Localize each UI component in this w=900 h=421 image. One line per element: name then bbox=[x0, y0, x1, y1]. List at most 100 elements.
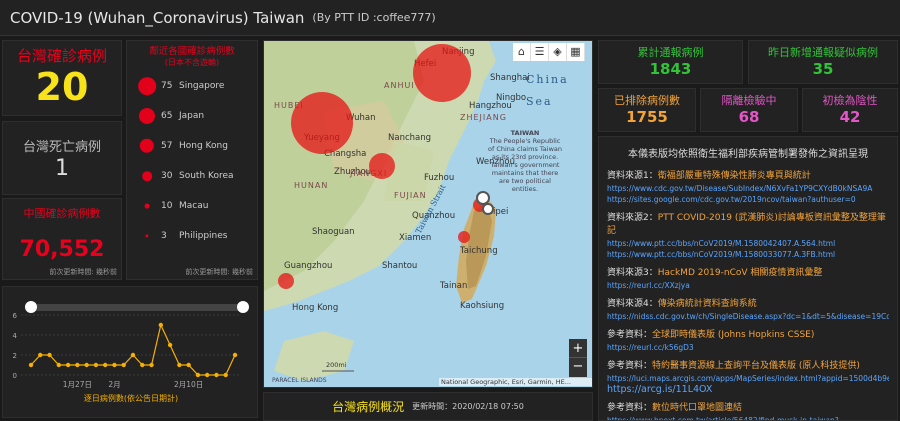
tw-deaths-label: 台灣死亡病例 bbox=[22, 140, 101, 155]
source-link-title[interactable]: 衛福部嚴重特殊傳染性肺炎專頁與統計 bbox=[658, 171, 811, 181]
map-location-pin-icon-2[interactable] bbox=[482, 203, 494, 215]
source-url-link[interactable]: https://www.cdc.gov.tw/Disease/SubIndex/… bbox=[607, 183, 889, 194]
basemap-gallery-icon[interactable]: ▦ bbox=[567, 43, 585, 61]
list-icon[interactable]: ☰ bbox=[531, 43, 549, 61]
source-link-title[interactable]: 全球即時儀表版 (Johns Hopkins CSSE) bbox=[652, 330, 814, 340]
source-item: 資料來源1：衛福部嚴重特殊傳染性肺炎專頁與統計 https://www.cdc.g… bbox=[607, 170, 889, 205]
source-url-link[interactable]: https://luci.maps.arcgis.com/apps/MapSer… bbox=[607, 373, 889, 384]
daily-cases-point[interactable] bbox=[121, 362, 126, 368]
quarantine-card: 隔離檢驗中 68 bbox=[700, 88, 798, 132]
daily-cases-point[interactable] bbox=[177, 362, 182, 368]
taiwan-note-title: TAIWAN bbox=[510, 129, 540, 137]
sources-panel: 本儀表版均依照衛生福利部疾病管制署發佈之資訊呈現 資料來源1：衛福部嚴重特殊傳染… bbox=[598, 136, 898, 421]
neighbor-row[interactable]: 3 Philippines bbox=[127, 226, 255, 246]
daily-cases-point[interactable] bbox=[214, 372, 219, 378]
daily-cases-point[interactable] bbox=[204, 372, 210, 378]
source-url-link[interactable]: https://arcg.is/11L4OX bbox=[607, 384, 889, 395]
map-attribution: National Geographic, Esri, Garmin, HE... bbox=[439, 378, 592, 386]
app-header: COVID-19 (Wuhan_Coronavirus) Taiwan (By … bbox=[0, 0, 900, 36]
map-caption-updated: 更新時間：2020/02/18 07:50 bbox=[412, 402, 524, 411]
source-url-link[interactable]: https://reurl.cc/XXzjya bbox=[607, 280, 889, 291]
source-url-link[interactable]: https://reurl.cc/k56gD3 bbox=[607, 342, 889, 353]
source-prefix: 資料來源1： bbox=[607, 171, 658, 181]
daily-cases-point[interactable] bbox=[102, 362, 108, 368]
daily-cases-point[interactable] bbox=[167, 342, 173, 348]
neighbor-name: Singapore bbox=[179, 81, 225, 91]
dashboard-title: COVID-19 (Wuhan_Coronavirus) Taiwan bbox=[10, 8, 305, 27]
source-title: 參考資料：全球即時儀表版 (Johns Hopkins CSSE) bbox=[607, 329, 889, 342]
daily-cases-point[interactable] bbox=[149, 362, 154, 368]
daily-cases-point[interactable] bbox=[75, 362, 80, 368]
layers-icon[interactable]: ◈ bbox=[549, 43, 567, 61]
source-link-title[interactable]: 傳染病統計資料查詢系統 bbox=[658, 299, 757, 309]
source-link-title[interactable]: HackMD 2019-nCoV 相關疫情資訊彙整 bbox=[658, 268, 823, 278]
map-city-label: Shanghai bbox=[490, 73, 530, 83]
excluded-value: 1755 bbox=[626, 108, 668, 126]
new-suspected-card: 昨日新增通報疑似病例 35 bbox=[748, 40, 898, 84]
daily-cases-point[interactable] bbox=[186, 362, 191, 368]
zoom-controls: + − bbox=[569, 339, 587, 377]
source-link-title[interactable]: 特約醫事資源線上查詢平台及儀表版 (原人科技提供) bbox=[652, 361, 860, 371]
source-prefix: 資料來源3： bbox=[607, 268, 658, 278]
daily-cases-point[interactable] bbox=[195, 372, 201, 378]
daily-cases-point[interactable] bbox=[232, 352, 238, 358]
source-url-link[interactable]: https://www.bnext.com.tw/article/56482/f… bbox=[607, 415, 889, 420]
bubble-guangdong[interactable] bbox=[278, 273, 294, 289]
chart-y-tick-label: 0 bbox=[13, 372, 17, 380]
daily-cases-point[interactable] bbox=[112, 362, 117, 368]
home-icon[interactable]: ⌂ bbox=[513, 43, 531, 61]
neighbor-row[interactable]: 10 Macau bbox=[127, 196, 255, 216]
excluded-label: 已排除病例數 bbox=[614, 94, 680, 107]
source-item: 參考資料：特約醫事資源線上查詢平台及儀表版 (原人科技提供) https://lu… bbox=[607, 360, 889, 395]
neighbor-row[interactable]: 65 Japan bbox=[127, 106, 255, 126]
map-province-label: HUNAN bbox=[294, 181, 329, 190]
neighbor-row[interactable]: 75 Singapore bbox=[127, 76, 255, 96]
neighbor-dot-icon bbox=[144, 203, 150, 209]
map-city-label: Taichung bbox=[460, 246, 498, 256]
daily-cases-point[interactable] bbox=[38, 352, 43, 358]
source-link-title[interactable]: 數位時代口罩地圖連結 bbox=[652, 403, 742, 413]
source-url-link[interactable]: https://www.ptt.cc/bbs/nCoV2019/M.158003… bbox=[607, 249, 889, 260]
bubble-zhejiang[interactable] bbox=[413, 44, 471, 102]
map-city-label: Guangzhou bbox=[284, 261, 333, 271]
source-url-link[interactable]: https://sites.google.com/cdc.gov.tw/2019… bbox=[607, 194, 889, 205]
neighbor-dot-icon bbox=[139, 108, 155, 124]
tw-confirmed-value: 20 bbox=[35, 65, 89, 109]
bubble-jiangxi[interactable] bbox=[369, 153, 395, 179]
source-title: 資料來源4：傳染病統計資料查詢系統 bbox=[607, 298, 889, 311]
neighbor-row[interactable]: 30 South Korea bbox=[127, 166, 255, 186]
daily-cases-point[interactable] bbox=[93, 362, 99, 368]
daily-cases-point[interactable] bbox=[223, 372, 228, 378]
daily-cases-point[interactable] bbox=[84, 362, 89, 368]
daily-cases-point[interactable] bbox=[140, 362, 145, 368]
daily-cases-point[interactable] bbox=[56, 362, 62, 368]
map-city-label: Tainan bbox=[440, 281, 468, 291]
chart-y-tick-label: 6 bbox=[13, 312, 18, 320]
prelim-negative-label: 初檢為陰性 bbox=[822, 94, 878, 107]
bubble-hubei[interactable] bbox=[291, 92, 353, 154]
neighbor-name: Hong Kong bbox=[179, 141, 228, 151]
new-suspected-value: 35 bbox=[812, 60, 834, 78]
bubble-taichung[interactable] bbox=[458, 231, 470, 243]
daily-cases-point[interactable] bbox=[130, 352, 136, 358]
neighbors-panel: 鄰近各國確診病例數 (日本不含遊輪) 75 Singapore 65 Japan 57 H… bbox=[126, 40, 258, 280]
neighbor-row[interactable]: 57 Hong Kong bbox=[127, 136, 255, 156]
zoom-out-button[interactable]: − bbox=[569, 358, 587, 377]
source-item: 資料來源4：傳染病統計資料查詢系統 https://nidss.cdc.gov.t… bbox=[607, 298, 889, 322]
source-url-link[interactable]: https://www.ptt.cc/bbs/nCoV2019/M.158004… bbox=[607, 238, 889, 249]
sources-heading: 本儀表版均依照衛生福利部疾病管制署發佈之資訊呈現 bbox=[628, 149, 868, 160]
tw-confirmed-label: 台灣確診病例 bbox=[16, 47, 107, 65]
tw-confirmed-card: 台灣確診病例 20 bbox=[2, 40, 122, 116]
daily-cases-point[interactable] bbox=[28, 362, 34, 368]
neighbor-count: 57 bbox=[161, 141, 173, 151]
neighbor-dot-icon bbox=[138, 77, 156, 95]
cn-update-footnote: 前次更新時間: 幾秒前 bbox=[49, 268, 117, 276]
source-url-link[interactable]: https://nidss.cdc.gov.tw/ch/SingleDiseas… bbox=[607, 311, 889, 322]
zoom-in-button[interactable]: + bbox=[569, 339, 587, 358]
daily-cases-point[interactable] bbox=[65, 362, 71, 368]
daily-cases-point[interactable] bbox=[158, 322, 164, 328]
daily-cases-point[interactable] bbox=[47, 352, 52, 358]
map-panel[interactable]: NanjingHefeiShanghaiNingboHangzhouWuhanC… bbox=[263, 40, 593, 388]
chart-xlabel: 逐日病例數(依公告日期計) bbox=[83, 394, 179, 403]
source-title: 資料來源3：HackMD 2019-nCoV 相關疫情資訊彙整 bbox=[607, 267, 889, 280]
